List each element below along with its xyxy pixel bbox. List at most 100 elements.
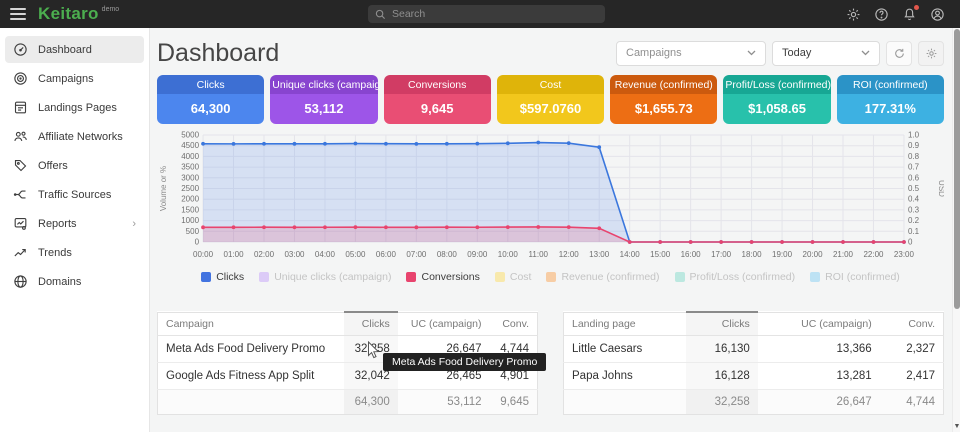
app-logo[interactable]: Keitarodemo <box>26 4 119 24</box>
svg-text:06:00: 06:00 <box>376 250 397 259</box>
table-totals-row: 64,30053,1129,645 <box>158 390 538 415</box>
sidebar-item-label: Trends <box>38 247 72 259</box>
settings-icon[interactable] <box>845 6 862 23</box>
legend-swatch <box>495 272 505 282</box>
sidebar-item-dashboard[interactable]: Dashboard <box>5 36 144 63</box>
row-name-cell[interactable]: Papa Johns <box>564 363 686 390</box>
row-value-cell: 13,366 <box>758 336 880 363</box>
table-totals-row: 32,25826,6474,744 <box>564 390 944 415</box>
search-input[interactable] <box>392 8 598 20</box>
trend-icon <box>13 245 28 260</box>
legend-item-profit-loss-confirmed[interactable]: Profit/Loss (confirmed) <box>675 271 796 283</box>
sidebar-item-trends[interactable]: Trends <box>5 239 144 266</box>
svg-text:13:00: 13:00 <box>589 250 610 259</box>
sidebar-item-domains[interactable]: Domains <box>5 268 144 295</box>
sidebar-item-campaigns[interactable]: Campaigns <box>5 65 144 92</box>
column-header-uc-campaign[interactable]: UC (campaign) <box>398 312 490 336</box>
page-scrollbar[interactable]: ▼ <box>952 28 960 432</box>
column-header-conv[interactable]: Conv. <box>880 312 944 336</box>
legend-swatch <box>259 272 269 282</box>
svg-text:05:00: 05:00 <box>345 250 366 259</box>
scrollbar-down-arrow[interactable]: ▼ <box>953 423 960 431</box>
landings-table: Landing pageClicksUC (campaign)Conv.Litt… <box>563 311 944 415</box>
row-value-cell: 2,327 <box>880 336 944 363</box>
stat-card-clicks: Clicks64,300 <box>157 75 264 124</box>
stat-card-label: Revenue (confirmed) <box>610 75 717 94</box>
menu-icon[interactable] <box>10 8 26 20</box>
svg-text:3000: 3000 <box>181 173 199 182</box>
sidebar-item-label: Reports <box>38 218 77 230</box>
stat-card-value: 53,112 <box>270 94 377 124</box>
stat-card-cost: Cost$597.0760 <box>497 75 604 124</box>
period-filter-select[interactable]: Today <box>772 41 880 66</box>
sidebar-item-traffic-sources[interactable]: Traffic Sources <box>5 181 144 208</box>
stat-card-value: 64,300 <box>157 94 264 124</box>
svg-text:17:00: 17:00 <box>711 250 732 259</box>
svg-text:0: 0 <box>908 238 913 247</box>
search-box[interactable] <box>368 5 605 23</box>
legend-item-roi-confirmed[interactable]: ROI (confirmed) <box>810 271 900 283</box>
notifications-icon[interactable] <box>901 6 918 23</box>
sidebar-item-affiliate-networks[interactable]: Affiliate Networks <box>5 123 144 150</box>
table-row[interactable]: Papa Johns16,12813,2812,417 <box>564 363 944 390</box>
row-name-cell[interactable]: Little Caesars <box>564 336 686 363</box>
legend-swatch <box>546 272 556 282</box>
dashboard-settings-button[interactable] <box>918 41 944 66</box>
gauge-icon <box>13 42 28 57</box>
chevron-down-icon <box>747 50 756 56</box>
svg-text:4500: 4500 <box>181 141 199 150</box>
campaigns-filter-select[interactable]: Campaigns <box>616 41 766 66</box>
column-header-campaign[interactable]: Campaign <box>158 312 344 336</box>
legend-swatch <box>810 272 820 282</box>
account-icon[interactable] <box>929 6 946 23</box>
sidebar-item-label: Campaigns <box>38 73 94 85</box>
column-header-uc-campaign[interactable]: UC (campaign) <box>758 312 880 336</box>
stat-card-value: 9,645 <box>384 94 491 124</box>
svg-text:2000: 2000 <box>181 195 199 204</box>
column-header-conv[interactable]: Conv. <box>490 312 538 336</box>
column-header-clicks[interactable]: Clicks <box>686 312 758 336</box>
totals-cell: 26,647 <box>758 390 880 415</box>
table-row[interactable]: Little Caesars16,13013,3662,327 <box>564 336 944 363</box>
sidebar-item-label: Domains <box>38 276 81 288</box>
stat-card-profit-loss-confirmed: Profit/Loss (confirmed)$1,058.65 <box>723 75 830 124</box>
svg-text:3500: 3500 <box>181 163 199 172</box>
svg-text:Volume or %: Volume or % <box>159 166 168 211</box>
sidebar-item-offers[interactable]: Offers <box>5 152 144 179</box>
sidebar-item-landings-pages[interactable]: Landings Pages <box>5 94 144 121</box>
split-icon <box>13 187 28 202</box>
legend-item-conversions[interactable]: Conversions <box>406 271 479 283</box>
svg-text:0.1: 0.1 <box>908 227 920 236</box>
svg-text:1.0: 1.0 <box>908 131 920 140</box>
refresh-button[interactable] <box>886 41 912 66</box>
stat-card-roi-confirmed: ROI (confirmed)177.31% <box>837 75 944 124</box>
legend-label: Conversions <box>421 271 479 283</box>
legend-item-clicks[interactable]: Clicks <box>201 271 244 283</box>
row-name-cell[interactable]: Google Ads Fitness App Split <box>158 363 344 390</box>
stat-card-label: Unique clicks (campaign) <box>270 75 377 94</box>
scrollbar-thumb[interactable] <box>954 29 960 309</box>
help-icon[interactable] <box>873 6 890 23</box>
row-value-cell: 16,128 <box>686 363 758 390</box>
legend-item-revenue-confirmed[interactable]: Revenue (confirmed) <box>546 271 659 283</box>
page-title: Dashboard <box>157 39 279 68</box>
totals-cell <box>564 390 686 415</box>
sidebar-item-label: Traffic Sources <box>38 189 111 201</box>
column-header-landing-page[interactable]: Landing page <box>564 312 686 336</box>
svg-text:0.5: 0.5 <box>908 184 920 193</box>
document-icon <box>13 100 28 115</box>
search-icon <box>375 9 386 20</box>
svg-text:09:00: 09:00 <box>467 250 488 259</box>
row-name-cell[interactable]: Meta Ads Food Delivery Promo <box>158 336 344 363</box>
sidebar-item-reports[interactable]: Reports› <box>5 210 144 237</box>
stat-card-value: 177.31% <box>837 94 944 124</box>
column-header-clicks[interactable]: Clicks <box>344 312 398 336</box>
stat-card-revenue-confirmed: Revenue (confirmed)$1,655.73 <box>610 75 717 124</box>
globe-icon <box>13 274 28 289</box>
period-filter-value: Today <box>782 47 811 59</box>
legend-item-cost[interactable]: Cost <box>495 271 532 283</box>
chevron-down-icon <box>861 50 870 56</box>
stat-card-label: Conversions <box>384 75 491 94</box>
legend-item-unique-clicks-campaign[interactable]: Unique clicks (campaign) <box>259 271 391 283</box>
sidebar: Dashboard Campaigns Landings PagesAffiliat… <box>0 28 150 432</box>
